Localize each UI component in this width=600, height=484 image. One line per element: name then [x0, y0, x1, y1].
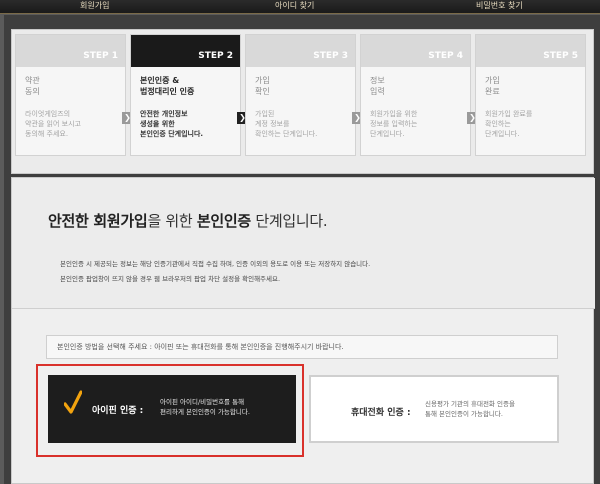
- ipin-auth-desc: 아이핀 아이디/비밀번호를 통해 편리하게 본인인증이 가능합니다.: [160, 398, 250, 416]
- step-1: STEP 1 약관 동의 라이엇게임즈의 약관을 읽어 보시고 동의해 주세요.: [15, 34, 126, 156]
- top-nav: 회원가입 아이디 찾기 비밀번호 찾기: [0, 0, 600, 14]
- step-1-label: STEP 1: [16, 35, 125, 67]
- phone-auth-label: 휴대전화 인증 :: [351, 408, 411, 418]
- nav-find-password[interactable]: 비밀번호 찾기: [476, 0, 523, 14]
- divider: [12, 308, 595, 309]
- step-4-name: 정보 입력: [370, 76, 385, 96]
- page-frame: STEP 1 약관 동의 라이엇게임즈의 약관을 읽어 보시고 동의해 주세요.…: [4, 15, 600, 484]
- notice-item: 본인인증 팝업창이 뜨지 않을 경우 웹 브라우저의 팝업 차단 설정을 확인해…: [60, 275, 281, 283]
- step-5-name: 가입 완료: [485, 76, 500, 96]
- ipin-auth-button[interactable]: 아이핀 인증 : 아이핀 아이디/비밀번호를 통해 편리하게 본인인증이 가능합…: [48, 375, 296, 443]
- notice-item: 본인인증 시 제공되는 정보는 해당 인증기관에서 직접 수집 하며, 인증 이…: [60, 260, 371, 268]
- verification-panel: 안전한 회원가입을 위한 본인인증 단계입니다. 본인인증 시 제공되는 정보는…: [11, 177, 595, 484]
- phone-auth-button[interactable]: 휴대전화 인증 : 신용평가 기관의 휴대전화 인증을 통해 본인인증이 가능합…: [309, 375, 559, 443]
- nav-find-id[interactable]: 아이디 찾기: [275, 0, 314, 14]
- step-5-label: STEP 5: [476, 35, 585, 67]
- nav-signup[interactable]: 회원가입: [80, 0, 109, 14]
- step-3-name: 가입 확인: [255, 76, 270, 96]
- title-part-4: 단계입니다.: [250, 212, 328, 230]
- step-2-label: STEP 2: [131, 35, 240, 67]
- instruction-bar: 본인인증 방법을 선택해 주세요 : 아이핀 또는 휴대전화를 통해 본인인증을…: [46, 335, 558, 359]
- step-1-name: 약관 동의: [25, 76, 40, 96]
- step-3: STEP 3 가입 확인 가입된 계정 정보를 확인하는 단계입니다.: [245, 34, 356, 156]
- step-4-desc: 회원가입을 위한 정보를 입력하는 단계입니다.: [370, 110, 418, 138]
- notice-list: 본인인증 시 제공되는 정보는 해당 인증기관에서 직접 수집 하며, 인증 이…: [60, 257, 370, 287]
- step-2-desc: 안전한 개인정보 생성을 위한 본인인증 단계입니다.: [140, 110, 204, 138]
- signup-steps: STEP 1 약관 동의 라이엇게임즈의 약관을 읽어 보시고 동의해 주세요.…: [11, 29, 594, 174]
- step-4-label: STEP 4: [361, 35, 470, 67]
- step-1-desc: 라이엇게임즈의 약관을 읽어 보시고 동의해 주세요.: [25, 110, 81, 138]
- page-title: 안전한 회원가입을 위한 본인인증 단계입니다.: [48, 210, 328, 231]
- intro-section: 안전한 회원가입을 위한 본인인증 단계입니다. 본인인증 시 제공되는 정보는…: [12, 178, 595, 308]
- step-4: STEP 4 정보 입력 회원가입을 위한 정보를 입력하는 단계입니다.: [360, 34, 471, 156]
- checkmark-icon: [64, 390, 82, 414]
- step-3-desc: 가입된 계정 정보를 확인하는 단계입니다.: [255, 110, 318, 138]
- title-part-1: 안전한 회원가입: [48, 212, 148, 230]
- step-5: STEP 5 가입 완료 회원가입 완료를 확인하는 단계입니다.: [475, 34, 586, 156]
- step-2-name: 본인인증 & 법정대리인 인증: [140, 76, 195, 96]
- step-5-desc: 회원가입 완료를 확인하는 단계입니다.: [485, 110, 533, 138]
- ipin-auth-label: 아이핀 인증 :: [92, 406, 144, 416]
- title-part-2: 을 위한: [147, 212, 197, 230]
- step-3-label: STEP 3: [246, 35, 355, 67]
- phone-auth-desc: 신용평가 기관의 휴대전화 인증을 통해 본인인증이 가능합니다.: [425, 400, 515, 418]
- step-2: STEP 2 본인인증 & 법정대리인 인증 안전한 개인정보 생성을 위한 본…: [130, 34, 241, 156]
- title-part-3: 본인인증: [196, 212, 251, 230]
